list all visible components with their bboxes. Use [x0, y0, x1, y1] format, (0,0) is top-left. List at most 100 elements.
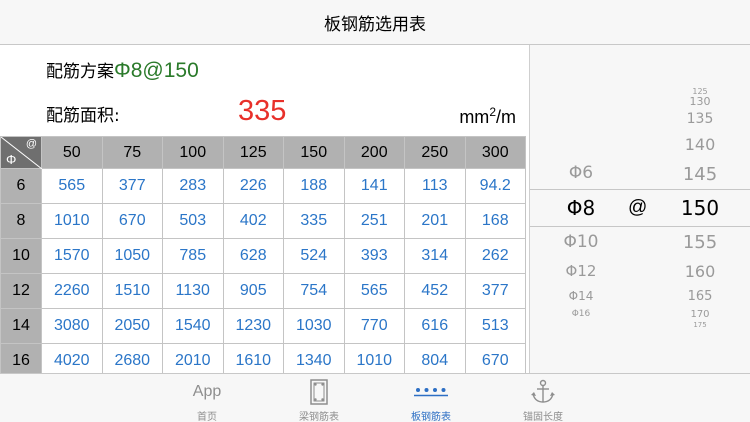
diameter-row-header: 12 [0, 273, 42, 309]
area-cell[interactable]: 2680 [101, 343, 163, 373]
area-cell[interactable]: 201 [404, 203, 466, 239]
spacing-header: 50 [41, 136, 103, 169]
area-cell[interactable]: 226 [222, 168, 284, 204]
picker-spacing-option[interactable]: 170 [670, 309, 730, 320]
picker-diameter-selected[interactable]: Φ8 [556, 196, 606, 220]
area-row: 配筋面积: 335 mm2/m [46, 95, 522, 131]
area-cell[interactable]: 2260 [41, 273, 103, 309]
area-cell[interactable]: 377 [464, 273, 526, 309]
area-cell[interactable]: 1610 [222, 343, 284, 373]
diameter-row-header: 6 [0, 168, 42, 204]
area-cell[interactable]: 1050 [101, 238, 163, 274]
corner-at-label: @ [25, 138, 37, 150]
picker-spacing-option[interactable]: 165 [670, 289, 730, 304]
picker-spacing-option[interactable]: 140 [670, 135, 730, 154]
reinforcement-table: @ Φ 50 75 100 125 150 200 250 300 6 565 37… [0, 136, 526, 373]
corner-phi-label: Φ [6, 152, 17, 167]
picker-diameter-option[interactable]: Φ10 [556, 232, 606, 252]
picker-selection-top-line [530, 189, 750, 190]
area-cell[interactable]: 754 [283, 273, 345, 309]
scheme-value: Φ8@150 [114, 59, 199, 82]
scheme-row: 配筋方案 Φ8@150 [46, 57, 199, 83]
area-cell[interactable]: 905 [222, 273, 284, 309]
area-cell[interactable]: 670 [464, 343, 526, 373]
area-cell[interactable]: 513 [464, 308, 526, 344]
table-row: 16 4020 2680 2010 1610 1340 1010 804 670 [0, 343, 526, 373]
area-cell[interactable]: 168 [464, 203, 526, 239]
area-cell[interactable]: 262 [464, 238, 526, 274]
tab-slab-rebar[interactable]: 板钢筋表 [376, 374, 486, 422]
tab-beam-rebar[interactable]: 梁钢筋表 [264, 374, 374, 422]
area-unit-base: mm [459, 107, 490, 127]
area-cell[interactable]: 188 [283, 168, 345, 204]
area-cell[interactable]: 113 [404, 168, 466, 204]
area-cell[interactable]: 670 [101, 203, 163, 239]
area-cell[interactable]: 804 [404, 343, 466, 373]
table-row: 12 2260 1510 1130 905 754 565 452 377 [0, 273, 526, 309]
area-cell[interactable]: 616 [404, 308, 466, 344]
area-cell[interactable]: 2010 [162, 343, 224, 373]
diameter-row-header: 16 [0, 343, 42, 373]
picker-spacing-option[interactable]: 155 [670, 232, 730, 253]
area-cell[interactable]: 314 [404, 238, 466, 274]
area-cell[interactable]: 4020 [41, 343, 103, 373]
page-title: 板钢筋选用表 [324, 14, 426, 35]
area-cell[interactable]: 785 [162, 238, 224, 274]
table-row: 8 1010 670 503 402 335 251 201 168 [0, 203, 526, 239]
area-cell[interactable]: 770 [343, 308, 405, 344]
area-cell[interactable]: 524 [283, 238, 345, 274]
beam-section-icon [264, 378, 374, 406]
picker-diameter-option[interactable]: Φ12 [556, 262, 606, 280]
area-unit-exponent: 2 [489, 105, 496, 119]
area-value: 335 [238, 95, 287, 127]
tab-home[interactable]: App 首页 [152, 374, 262, 422]
area-cell[interactable]: 565 [41, 168, 103, 204]
picker-spacing-option[interactable]: 145 [670, 164, 730, 185]
area-cell[interactable]: 1030 [283, 308, 345, 344]
area-cell[interactable]: 1010 [41, 203, 103, 239]
area-cell[interactable]: 1230 [222, 308, 284, 344]
tab-label: 首页 [197, 412, 217, 422]
area-cell[interactable]: 402 [222, 203, 284, 239]
area-cell[interactable]: 335 [283, 203, 345, 239]
bar-spacing-picker[interactable]: Φ6 Φ8 Φ10 Φ12 Φ14 Φ16 @ 125 130 135 140 … [529, 45, 750, 373]
picker-spacing-option[interactable]: 135 [670, 111, 730, 127]
content-panel: 配筋方案 Φ8@150 配筋面积: 335 mm2/m @ Φ 50 75 10… [0, 45, 529, 373]
tab-anchorage-length[interactable]: 锚固长度 [488, 374, 598, 422]
area-cell[interactable]: 1340 [283, 343, 345, 373]
area-cell[interactable]: 1570 [41, 238, 103, 274]
area-cell[interactable]: 1130 [162, 273, 224, 309]
area-label: 配筋面积: [46, 106, 120, 126]
picker-spacing-selected[interactable]: 150 [670, 196, 730, 220]
picker-selection-bottom-line [530, 226, 750, 227]
picker-diameter-option[interactable]: Φ14 [556, 289, 606, 303]
spacing-header: 200 [343, 136, 405, 169]
spacing-header: 150 [283, 136, 345, 169]
area-cell[interactable]: 283 [162, 168, 224, 204]
area-cell[interactable]: 1540 [162, 308, 224, 344]
area-cell[interactable]: 628 [222, 238, 284, 274]
area-cell[interactable]: 1510 [101, 273, 163, 309]
area-cell[interactable]: 565 [343, 273, 405, 309]
area-cell[interactable]: 452 [404, 273, 466, 309]
picker-spacing-option[interactable]: 175 [670, 321, 730, 329]
area-cell[interactable]: 3080 [41, 308, 103, 344]
picker-diameter-option[interactable]: Φ6 [556, 163, 606, 183]
table-corner-header: @ Φ [0, 136, 42, 169]
area-cell[interactable]: 1010 [343, 343, 405, 373]
area-cell[interactable]: 141 [343, 168, 405, 204]
area-cell[interactable]: 251 [343, 203, 405, 239]
area-cell[interactable]: 503 [162, 203, 224, 239]
area-cell[interactable]: 393 [343, 238, 405, 274]
area-cell[interactable]: 2050 [101, 308, 163, 344]
navigation-bar: 板钢筋选用表 [0, 0, 750, 45]
tab-label: 梁钢筋表 [299, 412, 339, 422]
picker-diameter-option[interactable]: Φ16 [556, 309, 606, 319]
spacing-header: 125 [222, 136, 284, 169]
picker-spacing-option[interactable]: 160 [670, 262, 730, 281]
area-cell[interactable]: 377 [101, 168, 163, 204]
table-row: 6 565 377 283 226 188 141 113 94.2 [0, 168, 526, 204]
area-cell[interactable]: 94.2 [464, 168, 526, 204]
tab-label: 板钢筋表 [411, 412, 451, 422]
picker-spacing-option[interactable]: 130 [670, 95, 730, 108]
